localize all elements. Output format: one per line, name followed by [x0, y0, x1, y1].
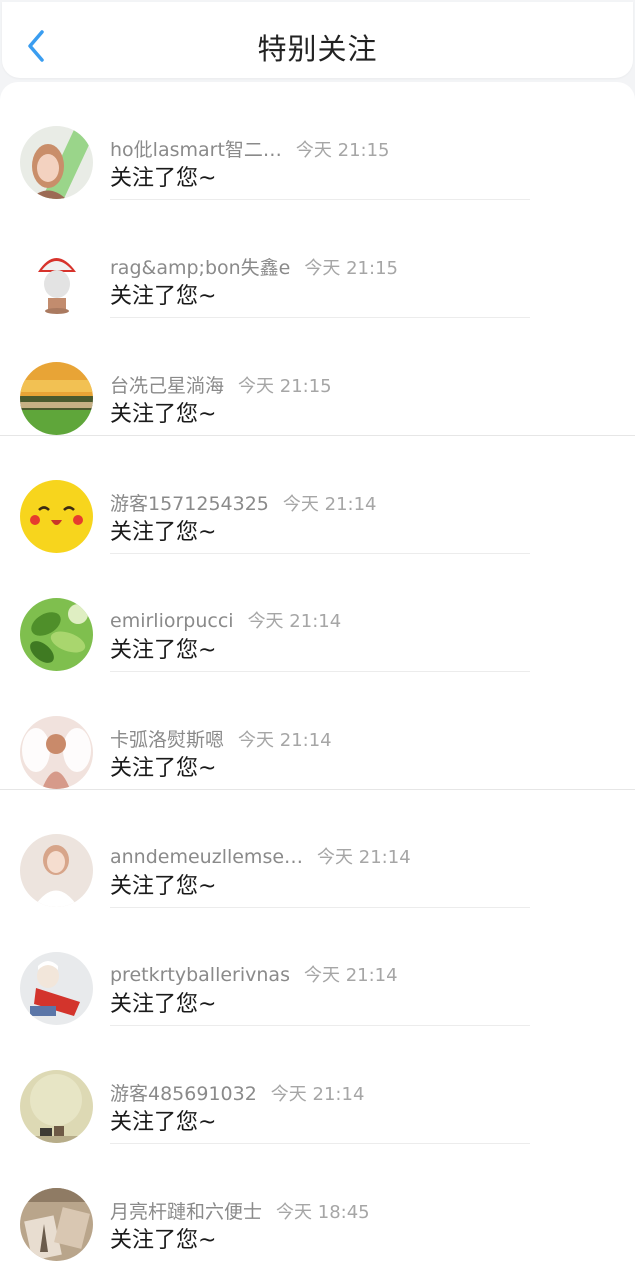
user-name[interactable]: 卡弧洛熨斯嗯	[110, 729, 224, 751]
timestamp: 今天 21:14	[270, 1084, 365, 1105]
list-item[interactable]: 游客1571254325 今天 21:14 关注了您~	[0, 436, 635, 554]
list-item[interactable]: 卡弧洛熨斯嗯 今天 21:14 关注了您~	[0, 672, 635, 790]
list-item[interactable]: 游客485691032 今天 21:14 关注了您~	[0, 1026, 635, 1144]
timestamp: 今天 21:15	[238, 376, 332, 397]
notification-text: 关注了您~	[110, 520, 217, 545]
timestamp: 今天 21:14	[303, 965, 398, 986]
list-item[interactable]: 台冼己星淌海 今天 21:15 关注了您~	[0, 318, 635, 436]
avatar[interactable]	[20, 244, 93, 317]
user-name[interactable]: anndemeuzllemse…	[110, 846, 303, 868]
notification-text: 关注了您~	[110, 284, 217, 309]
avatar[interactable]	[20, 952, 93, 1025]
nav-bar: 特别关注	[2, 2, 633, 78]
list-item[interactable]: emirliorpucci 今天 21:14 关注了您~	[0, 554, 635, 672]
avatar[interactable]	[20, 126, 93, 199]
avatar[interactable]	[20, 1070, 93, 1143]
user-name[interactable]: emirliorpucci	[110, 610, 234, 632]
list-item[interactable]: 月亮杆蹥和六便士 今天 18:45 关注了您~	[0, 1144, 635, 1262]
notification-text: 关注了您~	[110, 874, 217, 899]
timestamp: 今天 21:15	[295, 140, 390, 161]
list-item[interactable]: pretkrtyballerivnas 今天 21:14 关注了您~	[0, 908, 635, 1026]
timestamp: 今天 21:15	[304, 258, 398, 279]
avatar[interactable]	[20, 1188, 93, 1261]
timestamp: 今天 21:14	[238, 730, 332, 751]
avatar[interactable]	[20, 716, 93, 789]
list-item[interactable]: anndemeuzllemse… 今天 21:14 关注了您~	[0, 790, 635, 908]
notification-text: 关注了您~	[110, 402, 217, 427]
notification-text: 关注了您~	[110, 1110, 217, 1135]
user-name[interactable]: 台冼己星淌海	[110, 375, 224, 397]
timestamp: 今天 21:14	[282, 494, 377, 515]
user-name[interactable]: ho仳lasmart智二…	[110, 139, 282, 161]
notification-text: 关注了您~	[110, 1228, 217, 1253]
user-name[interactable]: 游客1571254325	[110, 493, 269, 515]
timestamp: 今天 18:45	[276, 1202, 370, 1223]
notification-text: 关注了您~	[110, 756, 217, 781]
notification-text: 关注了您~	[110, 992, 217, 1017]
avatar[interactable]	[20, 598, 93, 671]
page-title: 特别关注	[257, 32, 378, 66]
user-name[interactable]: pretkrtyballerivnas	[110, 964, 290, 986]
avatar[interactable]	[20, 834, 93, 907]
notification-text: 关注了您~	[110, 166, 217, 191]
notification-text: 关注了您~	[110, 638, 217, 663]
timestamp: 今天 21:14	[247, 611, 342, 632]
list-item[interactable]: rag&amp;bon失鑫e 今天 21:15 关注了您~	[0, 200, 635, 318]
user-name[interactable]: 月亮杆蹥和六便士	[110, 1201, 262, 1223]
list-item[interactable]: ho仳lasmart智二… 今天 21:15 关注了您~	[0, 82, 635, 200]
follow-notification-list: ho仳lasmart智二… 今天 21:15 关注了您~ rag&amp;bon失…	[0, 82, 635, 1280]
avatar[interactable]	[20, 362, 93, 435]
user-name[interactable]: 游客485691032	[110, 1083, 257, 1105]
timestamp: 今天 21:14	[317, 847, 411, 868]
user-name[interactable]: rag&amp;bon失鑫e	[110, 257, 290, 279]
avatar[interactable]	[20, 480, 93, 553]
